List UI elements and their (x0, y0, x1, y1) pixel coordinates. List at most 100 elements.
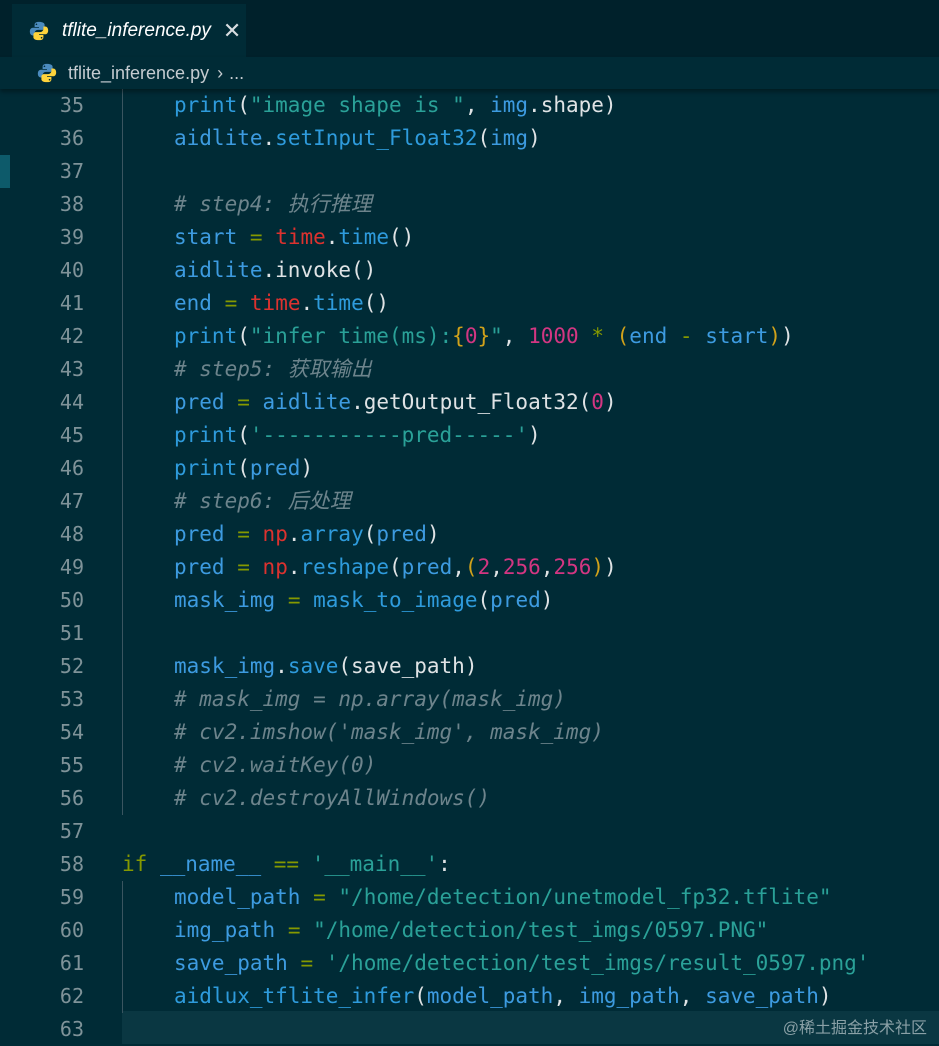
code-line[interactable]: 37 (0, 155, 939, 188)
code-token: ( (477, 588, 491, 612)
code-line[interactable]: 46 print(pred) (0, 452, 939, 485)
code-token: # mask_img = np.array(mask_img) (174, 687, 566, 711)
code-line[interactable]: 36 aidlite.setInput_Float32(img) (0, 122, 939, 155)
code-line[interactable]: 58 if __name__ == '__main__': (0, 848, 939, 881)
code-line[interactable]: 45 print('-----------pred-----') (0, 419, 939, 452)
code-token: # cv2.imshow('mask_img', mask_img) (174, 720, 604, 744)
code-line[interactable]: 49 pred = np.reshape(pred,(2,256,256)) (0, 551, 939, 584)
line-number: 55 (59, 753, 84, 777)
code-line[interactable]: 62 aidlux_tflite_infer(model_path, img_pa… (0, 980, 939, 1013)
code-token: # cv2.waitKey(0) (174, 753, 377, 777)
code-token: ( (616, 324, 630, 348)
code-token: .shape) (528, 93, 617, 117)
code-token: = (237, 390, 250, 414)
code-line[interactable]: 44 pred = aidlite.getOutput_Float32(0) (0, 386, 939, 419)
code-line[interactable]: 53 # mask_img = np.array(mask_img) (0, 683, 939, 716)
code-token: , (452, 555, 465, 579)
line-number: 48 (59, 522, 84, 546)
code-token: 1000 (528, 324, 579, 348)
code-token: . (325, 225, 339, 249)
line-code: pred = np.array(pred) (174, 518, 440, 551)
code-token: ( (414, 984, 427, 1008)
code-line[interactable]: 57 (0, 815, 939, 848)
code-line[interactable]: 50 mask_img = mask_to_image(pred) (0, 584, 939, 617)
line-number: 45 (59, 423, 84, 447)
line-code: print('-----------pred-----') (174, 419, 541, 452)
code-token: ) (540, 588, 554, 612)
editor-tab-tflite-inference[interactable]: tflite_inference.py ✕ (12, 4, 246, 57)
code-token: '/home/detection/test_imgs/result_0597.p… (325, 951, 870, 975)
code-line[interactable]: 52 mask_img.save(save_path) (0, 650, 939, 683)
code-line[interactable]: 61 save_path = '/home/detection/test_imgs… (0, 947, 939, 980)
code-line[interactable]: 39 start = time.time() (0, 221, 939, 254)
code-line[interactable]: 60 img_path = "/home/detection/test_imgs/… (0, 914, 939, 947)
code-token: start (174, 225, 238, 249)
line-code: mask_img.save(save_path) (174, 650, 477, 683)
code-token: # step5: 获取输出 (174, 357, 372, 381)
code-line[interactable]: 38 # step4: 执行推理 (0, 188, 939, 221)
code-token: time (313, 291, 364, 315)
breadcrumb-more[interactable]: ... (229, 63, 244, 84)
code-line[interactable]: 55 # cv2.waitKey(0) (0, 749, 939, 782)
line-code: pred = np.reshape(pred,(2,256,256)) (174, 551, 617, 584)
line-code: end = time.time() (174, 287, 389, 320)
breadcrumb-file[interactable]: tflite_inference.py (68, 63, 209, 84)
code-line[interactable]: 51 (0, 617, 939, 650)
code-token: : (438, 852, 451, 876)
code-line[interactable]: 40 aidlite.invoke() (0, 254, 939, 287)
code-line[interactable]: 56 # cv2.destroyAllWindows() (0, 782, 939, 815)
code-token: 2 (477, 555, 491, 579)
code-token: . (287, 522, 301, 546)
code-token: mask_to_image (313, 588, 478, 612)
code-token: if (122, 852, 148, 876)
close-icon[interactable]: ✕ (223, 19, 241, 42)
line-code: # cv2.waitKey(0) (174, 749, 376, 782)
line-number: 36 (59, 126, 84, 150)
code-token: mask_img (174, 588, 276, 612)
line-number: 54 (59, 720, 84, 744)
code-line[interactable]: 47 # step6: 后处理 (0, 485, 939, 518)
code-token: ) (528, 423, 541, 447)
code-token: = (237, 522, 250, 546)
code-token: - (679, 324, 693, 348)
code-token: save (287, 654, 339, 678)
code-token: ( (237, 324, 250, 348)
code-line[interactable]: 54 # cv2.imshow('mask_img', mask_img) (0, 716, 939, 749)
line-code: if __name__ == '__main__': (122, 848, 451, 881)
code-token: ) (591, 555, 605, 579)
line-number: 62 (59, 984, 84, 1008)
code-token: ) (768, 324, 782, 348)
code-line[interactable]: 41 end = time.time() (0, 287, 939, 320)
code-token: { (452, 324, 465, 348)
code-token: setInput_Float32 (275, 126, 478, 150)
code-line[interactable]: 42 print("infer time(ms):{0}", 1000 * (en… (0, 320, 939, 353)
code-token: # cv2.destroyAllWindows() (174, 786, 491, 810)
code-editor[interactable]: 35 print("image shape is ", img.shape) 36 a… (0, 89, 939, 1046)
code-line[interactable]: 43 # step5: 获取输出 (0, 353, 939, 386)
code-token: 0 (591, 390, 604, 414)
code-token: pred (174, 522, 225, 546)
line-number: 50 (59, 588, 84, 612)
line-code: # cv2.imshow('mask_img', mask_img) (174, 716, 604, 749)
line-number: 51 (59, 621, 84, 645)
code-line[interactable]: 48 pred = np.array(pred) (0, 518, 939, 551)
code-token: ) (604, 555, 617, 579)
code-line[interactable]: 35 print("image shape is ", img.shape) (0, 89, 939, 122)
line-code: # mask_img = np.array(mask_img) (174, 683, 566, 716)
code-line[interactable]: 59 model_path = "/home/detection/unetmode… (0, 881, 939, 914)
code-token: aidlite (262, 390, 352, 414)
line-number: 52 (59, 654, 84, 678)
code-token: " (490, 324, 503, 348)
line-code: img_path = "/home/detection/test_imgs/05… (174, 914, 768, 947)
code-token: img_path (578, 984, 680, 1008)
line-number: 53 (59, 687, 84, 711)
line-code: print("image shape is ", img.shape) (174, 89, 617, 122)
